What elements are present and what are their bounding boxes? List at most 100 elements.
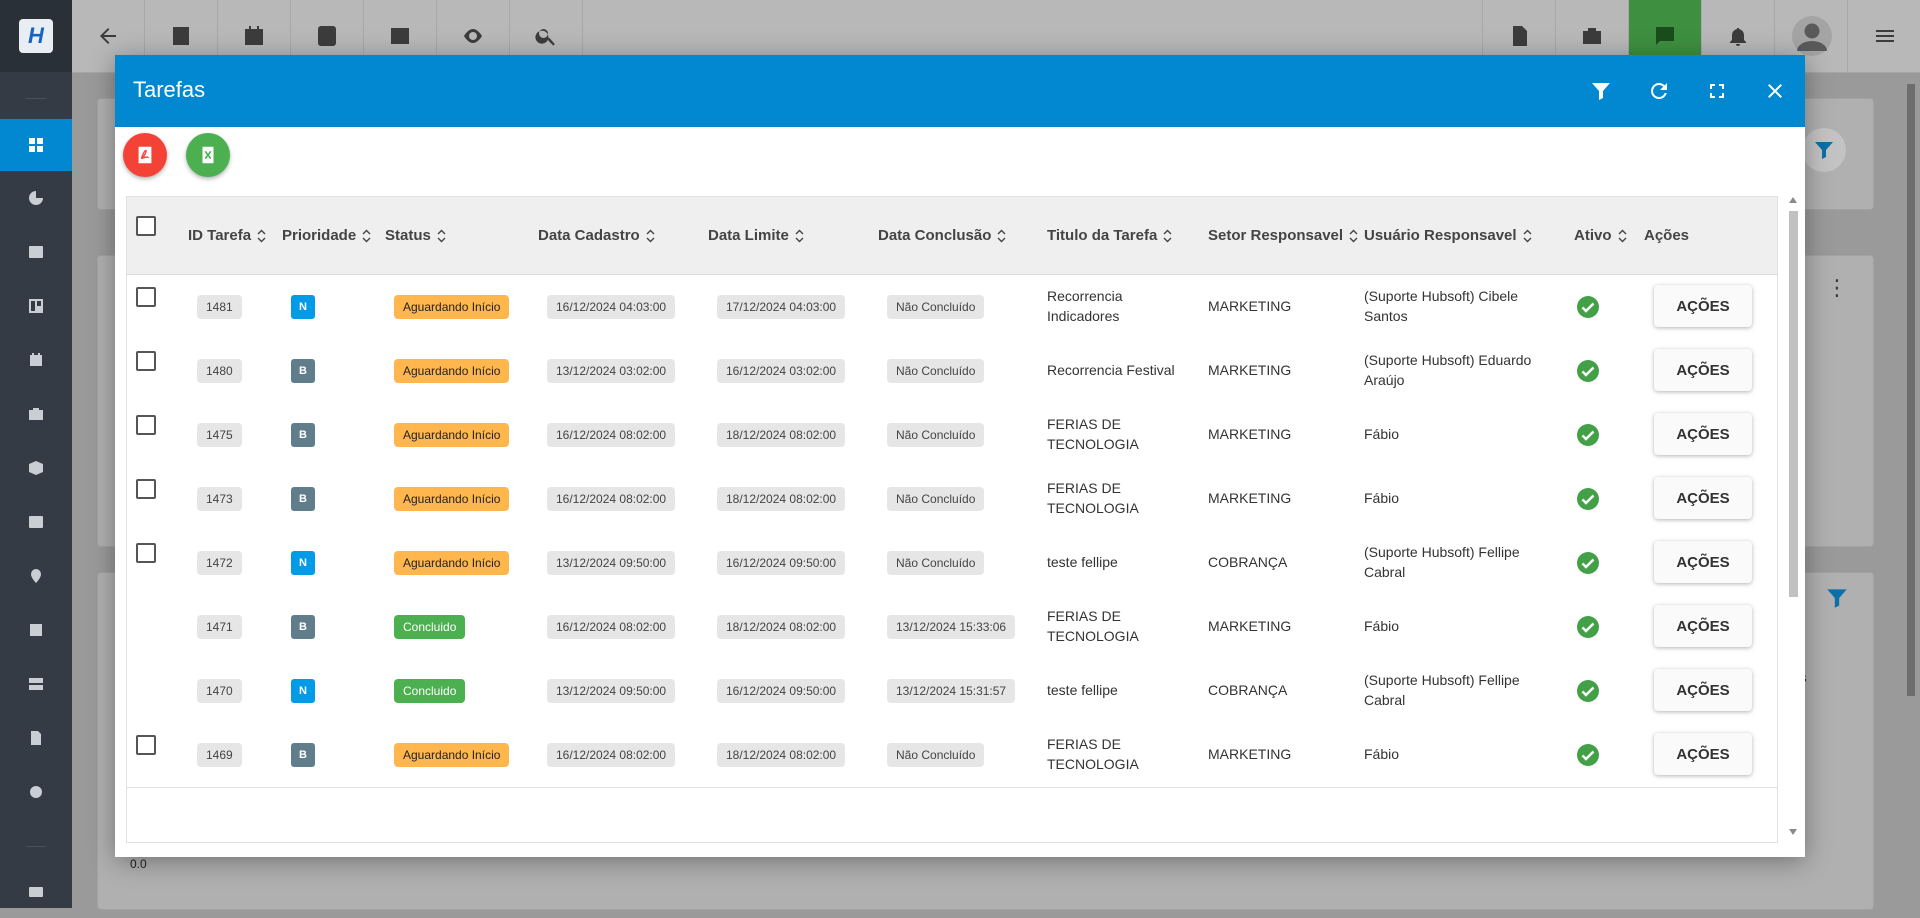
status-badge: Aguardando Início [394,359,510,383]
scroll-down-icon[interactable] [1789,829,1797,835]
deadline-date: 18/12/2024 08:02:00 [717,487,846,511]
sidebar-item-schedule[interactable] [0,334,72,386]
priority-badge: B [291,359,315,383]
sidebar-item-location[interactable] [0,550,72,602]
sidebar-item-documents[interactable] [0,712,72,764]
responsible-user: (Suporte Hubsoft) Eduardo Araújo [1364,350,1564,390]
background-filter-button[interactable] [1802,128,1846,172]
task-title-line: Recorrencia [1047,288,1123,304]
row-checkbox[interactable] [136,351,156,371]
column-header-concluded[interactable]: Data Conclusão [878,227,1006,244]
column-header-user[interactable]: Usuário Responsavel [1364,227,1532,244]
grid-icon [29,138,43,152]
row-checkbox[interactable] [136,479,156,499]
table-row[interactable]: 1473 B Aguardando Início 16/12/2024 08:02:0… [127,467,1777,532]
refresh-button[interactable] [1639,71,1679,111]
column-header-deadline[interactable]: Data Limite [708,227,804,244]
export-excel-button[interactable] [186,133,230,177]
calendar-clock-icon [245,26,263,45]
modal-title: Tarefas [133,77,206,102]
actions-button[interactable]: AÇÕES [1654,477,1752,519]
row-checkbox[interactable] [136,543,156,563]
sidebar-item-finance[interactable] [0,496,72,548]
sidebar-item-video[interactable] [0,866,72,918]
app-logo[interactable]: H [0,0,72,72]
task-title-line: Recorrencia Festival [1047,362,1175,378]
task-title[interactable]: FERIAS DE TECNOLOGIA [1047,606,1197,646]
table-row[interactable]: 1475 B Aguardando Início 16/12/2024 08:02:0… [127,403,1777,468]
row-checkbox[interactable] [136,415,156,435]
actions-button[interactable]: AÇÕES [1654,541,1752,583]
sector: MARKETING [1208,426,1292,442]
sidebar-item-dashboard[interactable] [0,119,72,171]
priority-badge: B [291,615,315,639]
background-filter-icon-2[interactable] [1824,585,1850,611]
task-title[interactable]: Recorrencia Festival [1047,360,1197,380]
filter-button[interactable] [1581,71,1621,111]
table-row[interactable]: 1471 B Concluido 16/12/2024 08:02:00 18/12/2… [127,595,1777,660]
created-date: 16/12/2024 08:02:00 [547,487,676,511]
sidebar-item-products[interactable] [0,442,72,494]
concluded-date: 13/12/2024 15:33:06 [887,615,1016,639]
sidebar-item-list[interactable] [0,604,72,656]
sidebar-item-contacts[interactable] [0,226,72,278]
close-button[interactable] [1755,71,1795,111]
column-header-created[interactable]: Data Cadastro [538,227,655,244]
deadline-date: 18/12/2024 08:02:00 [717,615,846,639]
table-row[interactable]: 1481 N Aguardando Início 16/12/2024 04:03:0… [127,275,1777,340]
actions-button[interactable]: AÇÕES [1654,669,1752,711]
sort-icon [1349,229,1358,242]
row-checkbox[interactable] [136,735,156,755]
scroll-up-icon[interactable] [1789,197,1797,203]
column-label: Prioridade [282,227,357,244]
column-header-title[interactable]: Titulo da Tarefa [1047,227,1172,244]
sort-icon [997,229,1006,242]
sidebar-item-service[interactable] [0,388,72,440]
fullscreen-button[interactable] [1697,71,1737,111]
dollar-icon [29,516,43,528]
task-title[interactable]: FERIAS DE TECNOLOGIA [1047,414,1197,454]
sidebar-item-board[interactable] [0,280,72,332]
column-label: Data Conclusão [878,227,992,244]
sort-icon [646,229,655,242]
table-row[interactable]: 1469 B Aguardando Início 16/12/2024 08:02:0… [127,723,1777,788]
menu-button[interactable] [1847,0,1920,72]
task-title[interactable]: Recorrencia Indicadores [1047,286,1197,326]
actions-button[interactable]: AÇÕES [1654,605,1752,647]
column-header-priority[interactable]: Prioridade [282,227,371,244]
responsible-user-line: (Suporte Hubsoft) Fellipe [1364,672,1520,688]
sidebar-item-settings[interactable] [0,766,72,818]
table-row[interactable]: 1480 B Aguardando Início 13/12/2024 03:02:0… [127,339,1777,404]
sort-icon [362,229,371,242]
filter-icon [1592,83,1610,100]
column-label: Data Cadastro [538,227,640,244]
column-header-status[interactable]: Status [385,227,446,244]
task-title[interactable]: teste fellipe [1047,552,1197,572]
page-scrollbar[interactable] [1902,72,1920,908]
avatar [1791,16,1832,56]
actions-button[interactable]: AÇÕES [1654,349,1752,391]
task-title[interactable]: FERIAS DE TECNOLOGIA [1047,734,1197,774]
background-more-icon[interactable]: ⋮ [1826,277,1848,308]
column-header-active[interactable]: Ativo [1574,227,1627,244]
actions-button[interactable]: AÇÕES [1654,733,1752,775]
table-row[interactable]: 1470 N Concluido 13/12/2024 09:50:00 16/12/2… [127,659,1777,724]
column-header-id[interactable]: ID Tarefa [188,227,266,244]
export-pdf-button[interactable] [123,133,167,177]
responsible-user: (Suporte Hubsoft) Fellipe Cabral [1364,542,1564,582]
select-all-checkbox[interactable] [136,216,156,236]
table-row[interactable]: 1472 N Aguardando Início 13/12/2024 09:50:0… [127,531,1777,596]
task-title[interactable]: FERIAS DE TECNOLOGIA [1047,478,1197,518]
task-title-line: FERIAS DE [1047,736,1121,752]
table-scrollbar[interactable] [1786,191,1800,841]
actions-button[interactable]: AÇÕES [1654,413,1752,455]
created-date: 16/12/2024 08:02:00 [547,743,676,767]
sidebar-item-network[interactable] [0,658,72,710]
page-scrollbar-thumb[interactable] [1907,84,1915,696]
table-scrollbar-thumb[interactable] [1789,211,1798,597]
task-title[interactable]: teste fellipe [1047,680,1197,700]
column-header-sector[interactable]: Setor Responsavel [1208,227,1358,244]
row-checkbox[interactable] [136,287,156,307]
actions-button[interactable]: AÇÕES [1654,285,1752,327]
sidebar-item-reports[interactable] [0,172,72,224]
